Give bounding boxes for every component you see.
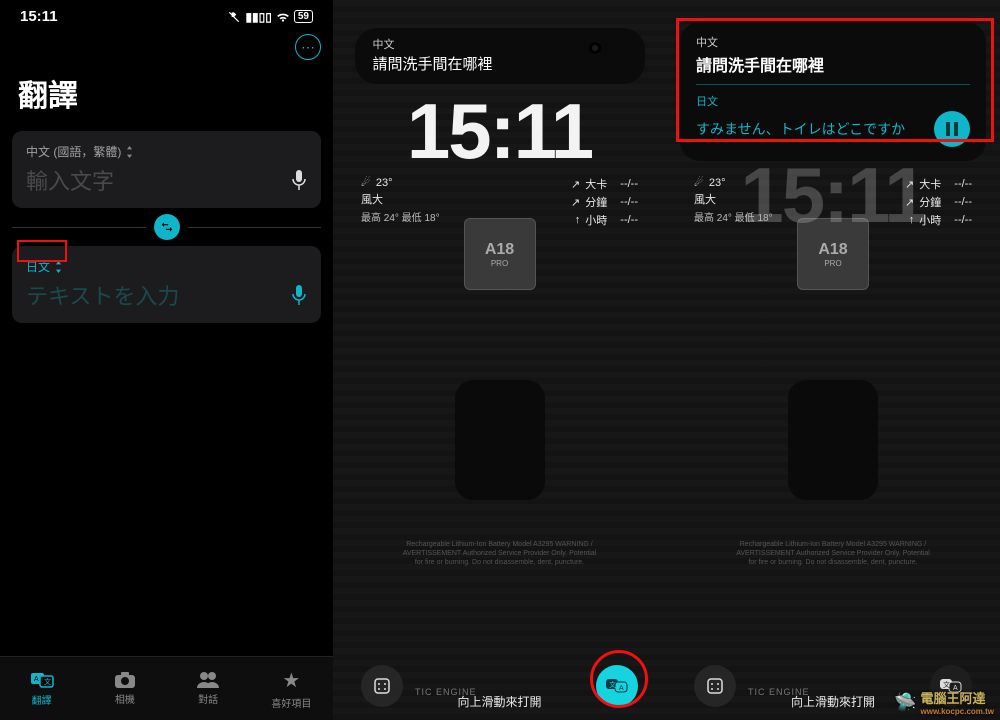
wallpaper-block [455, 380, 545, 500]
island-source-text: 請問洗手間在哪裡 [373, 53, 627, 74]
tab-favorites[interactable]: ★ 喜好項目 [250, 657, 333, 720]
tab-conversation[interactable]: 對話 [167, 657, 250, 720]
bottom-tab-bar: A文 翻譯 相機 對話 ★ 喜好項目 [0, 656, 333, 720]
dynamic-island[interactable]: 中文 請問洗手間在哪裡 [355, 28, 645, 84]
target-language-selector[interactable]: 日文 [26, 258, 307, 275]
wallpaper-block [788, 380, 878, 500]
people-icon [196, 671, 220, 689]
lock-time: 15:11 [333, 86, 666, 177]
lock-widgets: ☄23° 風大 最高 24° 最低 18° ↗大卡 --/-- ↗分鐘 --/-… [361, 176, 638, 228]
chip-graphic: A18PRO [464, 218, 536, 290]
status-time: 15:11 [20, 8, 58, 25]
signal-icon: ▮▮▯▯ [245, 10, 271, 24]
battery-fineprint: Rechargeable Lithium-Ion Battery Model A… [400, 540, 600, 567]
status-indicators: ▮▮▯▯ 59 [227, 10, 313, 24]
annotation-highlight [17, 240, 67, 262]
source-input[interactable]: 輸入文字 [26, 164, 114, 196]
wifi-icon [276, 11, 290, 23]
camera-icon [114, 671, 136, 689]
svg-text:A: A [34, 676, 39, 683]
more-button[interactable]: ⋯ [295, 34, 321, 60]
source-language-selector[interactable]: 中文 (國語，繁體) [26, 143, 307, 160]
language-swap-row [12, 214, 321, 240]
svg-text:文: 文 [44, 677, 51, 686]
target-input[interactable]: テキストを入力 [26, 279, 179, 311]
lock-screen-before: A18PRO Rechargeable Lithium-Ion Battery … [333, 0, 666, 720]
status-bar: 15:11 ▮▮▯▯ 59 [0, 0, 333, 25]
camera-hole [589, 42, 601, 54]
lock-widgets: ☄23° 風大 最高 24° 最低 18° ↗大卡 --/-- ↗分鐘 --/-… [694, 176, 972, 228]
mascot-icon: 🛸 [894, 692, 916, 713]
weather-widget[interactable]: ☄23° 風大 最高 24° 最低 18° [361, 176, 440, 228]
tab-camera[interactable]: 相機 [83, 657, 166, 720]
activity-widget[interactable]: ↗大卡 --/-- ↗分鐘 --/-- ↑小時 --/-- [571, 176, 638, 228]
battery-fineprint: Rechargeable Lithium-Ion Battery Model A… [733, 540, 933, 567]
mic-icon[interactable] [291, 169, 307, 191]
translate-icon: A文 [30, 670, 54, 690]
annotation-highlight [676, 18, 994, 142]
battery-indicator: 59 [294, 10, 313, 23]
tab-translate[interactable]: A文 翻譯 [0, 657, 83, 720]
annotation-highlight [590, 650, 648, 708]
lock-screen-after: A18PRO Rechargeable Lithium-Ion Battery … [666, 0, 1000, 720]
activity-widget[interactable]: ↗大卡 --/-- ↗分鐘 --/-- ↑小時 --/-- [905, 176, 972, 228]
chevron-updown-icon [54, 261, 63, 273]
swap-languages-button[interactable] [154, 214, 180, 240]
weather-widget[interactable]: ☄23° 風大 最高 24° 最低 18° [694, 176, 773, 228]
silent-icon [227, 10, 241, 24]
chevron-updown-icon [125, 146, 134, 158]
page-title: 翻譯 [0, 25, 333, 125]
watermark: 🛸 電腦王阿達 www.kocpc.com.tw [894, 688, 994, 716]
translate-app-screen: 15:11 ▮▮▯▯ 59 ⋯ 翻譯 中文 (國語，繁體) [0, 0, 333, 720]
source-language-card[interactable]: 中文 (國語，繁體) 輸入文字 [12, 131, 321, 208]
mic-icon[interactable] [291, 284, 307, 306]
wind-icon: ☄ [361, 176, 371, 189]
star-icon: ★ [282, 668, 300, 693]
